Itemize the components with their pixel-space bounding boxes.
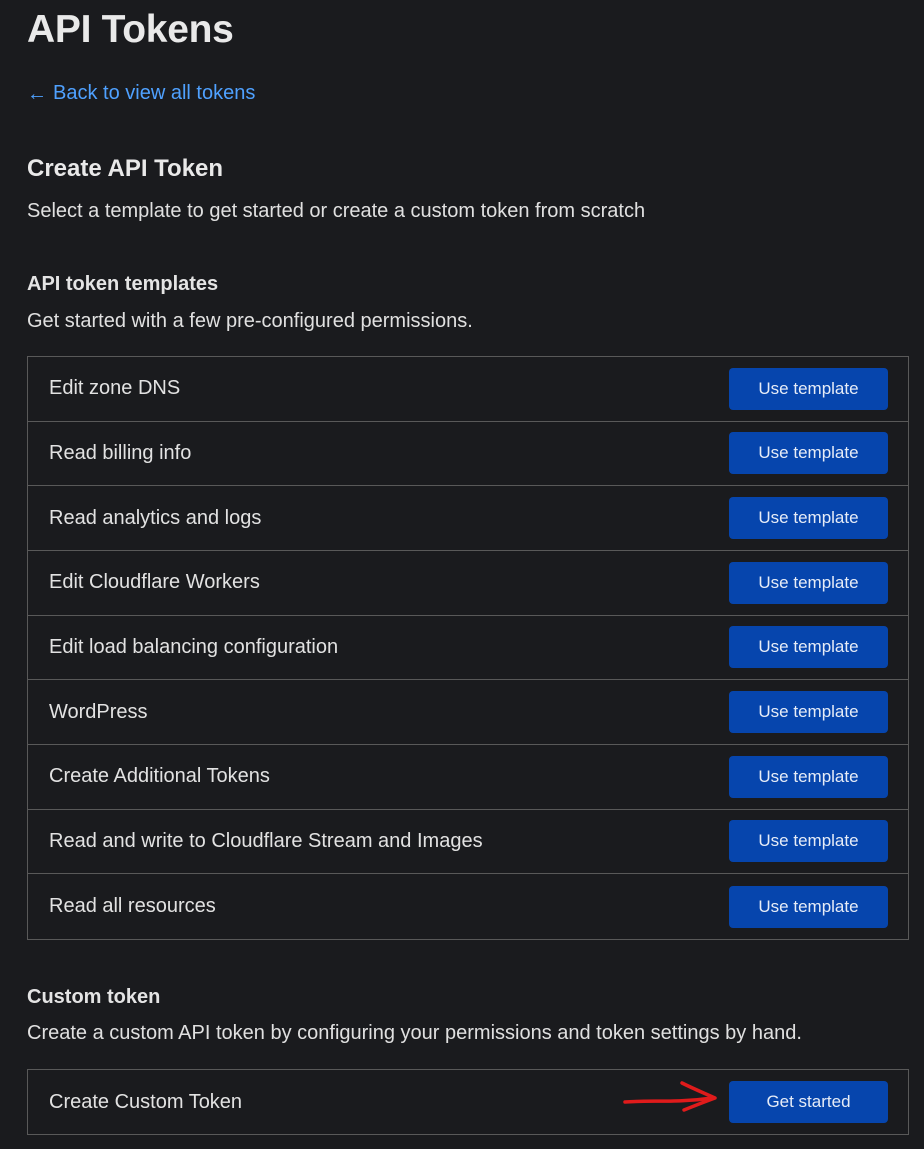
back-link-label: Back to view all tokens [53, 82, 256, 104]
custom-token-row: Create Custom Token Get started [28, 1070, 908, 1134]
template-label: Read billing info [49, 441, 192, 464]
use-template-button[interactable]: Use template [729, 561, 888, 604]
api-tokens-page: API Tokens ← Back to view all tokens Cre… [0, 0, 924, 1149]
custom-token-table: Create Custom Token Get started [27, 1069, 909, 1135]
use-template-button[interactable]: Use template [729, 367, 888, 410]
template-row-wordpress: WordPress Use template [28, 680, 908, 745]
use-template-button[interactable]: Use template [729, 885, 888, 928]
use-template-button[interactable]: Use template [729, 432, 888, 475]
template-row-edit-load-balancing: Edit load balancing configuration Use te… [28, 616, 908, 681]
template-label: Read all resources [49, 895, 216, 918]
back-to-tokens-link[interactable]: ← Back to view all tokens [27, 82, 255, 105]
template-label: Edit load balancing configuration [49, 635, 339, 658]
create-token-title: Create API Token [27, 155, 224, 182]
templates-description: Get started with a few pre-configured pe… [27, 310, 473, 332]
templates-title: API token templates [27, 273, 219, 295]
template-row-read-analytics-logs: Read analytics and logs Use template [28, 486, 908, 551]
template-row-edit-cloudflare-workers: Edit Cloudflare Workers Use template [28, 551, 908, 616]
page-title: API Tokens [27, 8, 234, 51]
use-template-button[interactable]: Use template [729, 820, 888, 863]
custom-token-title: Custom token [27, 986, 161, 1008]
arrow-left-icon: ← [27, 82, 47, 105]
red-arrow-annotation-icon [623, 1081, 717, 1112]
custom-token-description: Create a custom API token by configuring… [27, 1022, 802, 1044]
template-label: WordPress [49, 700, 148, 723]
use-template-button[interactable]: Use template [729, 497, 888, 540]
create-token-description: Select a template to get started or crea… [27, 200, 646, 222]
template-label: Edit zone DNS [49, 377, 181, 400]
template-label: Edit Cloudflare Workers [49, 571, 260, 594]
template-row-edit-zone-dns: Edit zone DNS Use template [28, 357, 908, 422]
use-template-button[interactable]: Use template [729, 755, 888, 798]
template-row-read-all-resources: Read all resources Use template [28, 874, 908, 939]
template-row-create-additional-tokens: Create Additional Tokens Use template [28, 745, 908, 810]
template-label: Read analytics and logs [49, 506, 262, 529]
custom-token-label: Create Custom Token [49, 1090, 243, 1113]
use-template-button[interactable]: Use template [729, 691, 888, 734]
template-row-read-billing-info: Read billing info Use template [28, 422, 908, 487]
template-row-stream-images: Read and write to Cloudflare Stream and … [28, 810, 908, 875]
template-label: Read and write to Cloudflare Stream and … [49, 829, 483, 852]
use-template-button[interactable]: Use template [729, 626, 888, 669]
get-started-button[interactable]: Get started [729, 1081, 888, 1123]
templates-table: Edit zone DNS Use template Read billing … [27, 356, 909, 940]
template-label: Create Additional Tokens [49, 765, 270, 788]
